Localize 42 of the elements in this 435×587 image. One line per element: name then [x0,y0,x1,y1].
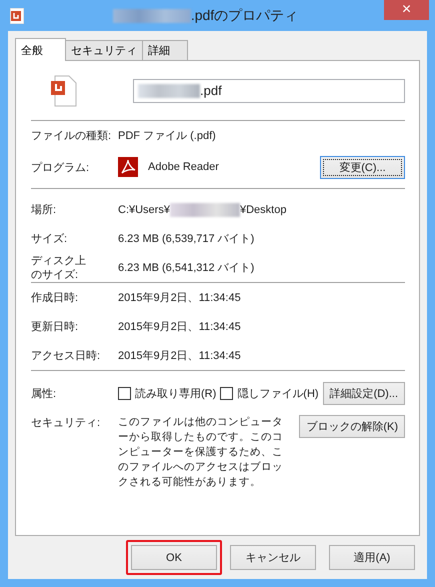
tab[interactable]: 全般 [15,38,66,61]
advanced-button[interactable]: 詳細設定(D)... [322,382,406,404]
close-button[interactable]: × [384,0,429,20]
field-label: 場所: [31,203,58,217]
pdf-file-icon [10,8,24,24]
dialog-button[interactable]: キャンセル [230,545,316,570]
dialog-button[interactable]: 適用(A) [329,545,415,570]
security-message: このファイルは他のコンピューターから取得したものです。このコンピューターを保護するため、このファイルへのアクセスはブロックされる可能性があります。 [118,415,284,490]
field-value: 6.23 MB (6,539,717 バイト) [118,232,254,246]
field-value: 2015年9月2日、11:34:45 [118,320,241,334]
window-title: .pdfのプロパティ [190,6,298,24]
field-label: 作成日時: [31,291,80,305]
path-text: ¥Desktop [240,204,286,216]
checkbox[interactable] [220,386,234,400]
field-label: ファイルの種類: [31,129,112,143]
field-value: 6.23 MB (6,541,312 バイト) [118,261,254,275]
tab[interactable]: セキュリティ [65,40,143,60]
checkbox-label: 読み取り専用(R) [135,386,216,400]
field-value: PDF ファイル (.pdf) [118,129,216,143]
field-label: 更新日時: [31,320,80,334]
field-value: Adobe Reader [148,161,220,173]
pdf-file-icon [51,74,77,106]
field-label: ディスク上のサイズ: [31,254,87,282]
path-text: C:¥Users¥ [118,204,170,216]
field-value: 2015年9月2日、11:34:45 [118,291,241,305]
field-label: 属性: [31,386,58,400]
field-value: 2015年9月2日、11:34:45 [118,349,241,363]
field-label: アクセス日時: [31,349,102,363]
redacted-text [138,84,200,98]
checkbox-label: 隠しファイル(H) [237,386,319,400]
reader-app-icon [118,157,138,177]
tab[interactable]: 詳細 [142,40,188,60]
field-label: サイズ: [31,232,68,246]
field-label: セキュリティ: [31,416,102,430]
field-label: プログラム: [31,160,90,174]
dialog-button[interactable]: OK [131,545,217,570]
file-name: .pdf [200,83,222,98]
checkbox[interactable] [118,386,131,400]
change-button[interactable]: 変更(C)... [320,156,405,178]
redacted-text [170,202,240,216]
unblock-button[interactable]: ブロックの解除(K) [299,415,405,438]
file-name-field[interactable]: .pdf [133,78,405,102]
